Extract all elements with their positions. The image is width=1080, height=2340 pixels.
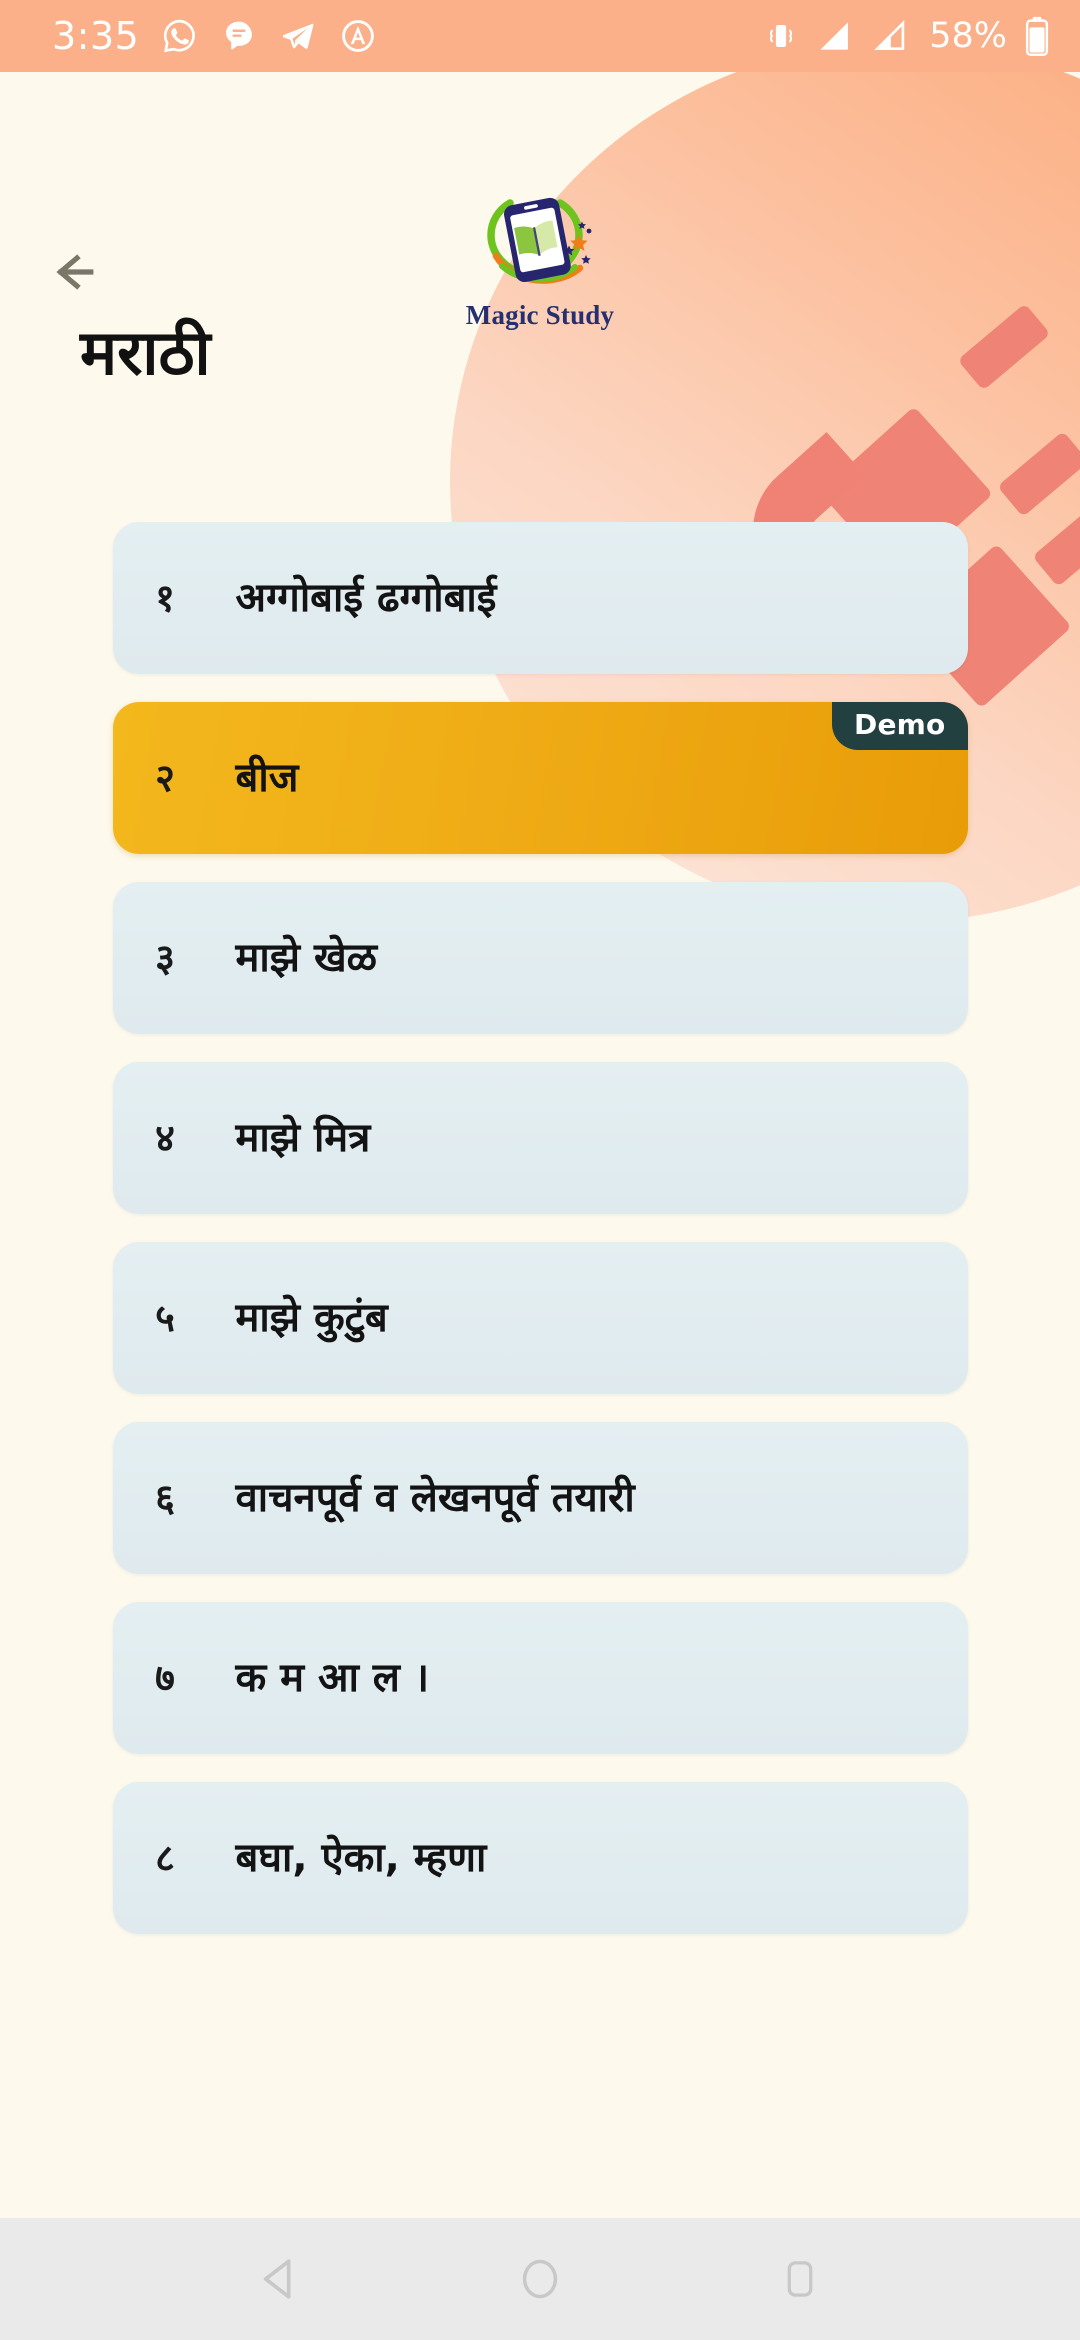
app-header: Magic Study — [0, 72, 1080, 330]
lesson-title: माझे खेळ — [235, 935, 378, 981]
status-bar: 3:35 58% — [0, 0, 1080, 72]
logo-wordmark: Magic Study — [465, 300, 615, 330]
lesson-title: माझे कुटुंब — [235, 1295, 388, 1341]
magic-study-logo-mark — [487, 197, 592, 284]
battery-icon — [1025, 16, 1049, 56]
whatsapp-icon — [164, 19, 196, 53]
lesson-number: ३ — [155, 936, 175, 980]
lesson-number: १ — [155, 576, 175, 620]
decorative-dash-2 — [957, 303, 1051, 391]
arc-app-icon — [342, 20, 375, 52]
triangle-back-icon — [263, 2259, 291, 2299]
back-arrow-icon — [56, 254, 94, 290]
back-button[interactable] — [52, 242, 122, 302]
lesson-title: वाचनपूर्व व लेखनपूर्व तयारी — [235, 1475, 635, 1521]
app-screen: 3:35 58% Magic Study मराठी १ अग्गोबाई ढग… — [0, 0, 1080, 2340]
lesson-number: ४ — [155, 1116, 175, 1160]
square-recents-icon — [787, 2261, 813, 2297]
home-nav-button[interactable] — [485, 2224, 595, 2334]
lesson-number: ७ — [155, 1656, 175, 1700]
lesson-card[interactable]: १ अग्गोबाई ढग्गोबाई — [112, 522, 968, 674]
lesson-number: ८ — [155, 1836, 175, 1880]
decorative-dash-3 — [997, 431, 1080, 517]
android-nav-bar[interactable] — [0, 2218, 1080, 2340]
messages-icon — [226, 21, 253, 50]
lesson-title: बीज — [235, 755, 299, 801]
status-bar-right: 58% — [764, 16, 1050, 56]
lesson-title: बघा, ऐका, म्हणा — [235, 1835, 487, 1881]
lesson-card[interactable]: ६ वाचनपूर्व व लेखनपूर्व तयारी — [112, 1422, 968, 1574]
status-bar-left: 3:35 — [52, 17, 377, 55]
lesson-number: ६ — [155, 1476, 175, 1520]
lesson-title: माझे मित्र — [235, 1115, 371, 1161]
vibrate-mode-icon — [770, 24, 793, 48]
telegram-icon — [283, 23, 314, 49]
back-nav-button[interactable] — [225, 2224, 335, 2334]
recents-nav-button[interactable] — [745, 2224, 855, 2334]
lesson-card[interactable]: ४ माझे मित्र — [112, 1062, 968, 1214]
lesson-card[interactable]: ७ क म आ ल । — [112, 1602, 968, 1754]
lesson-number: २ — [155, 756, 175, 800]
lesson-number: ५ — [155, 1296, 175, 1340]
brand-logo: Magic Study — [440, 184, 640, 344]
lesson-card-selected[interactable]: २ बीज Demo — [112, 702, 968, 854]
lesson-card[interactable]: ५ माझे कुटुंब — [112, 1242, 968, 1394]
lesson-card[interactable]: ८ बघा, ऐका, म्हणा — [112, 1782, 968, 1934]
lesson-title: क म आ ल । — [235, 1655, 430, 1701]
signal-sim1-icon — [820, 22, 849, 50]
circle-home-icon — [522, 2259, 558, 2299]
lesson-card[interactable]: ३ माझे खेळ — [112, 882, 968, 1034]
status-clock: 3:35 — [52, 14, 140, 58]
lesson-list[interactable]: १ अग्गोबाई ढग्गोबाई २ बीज Demo ३ माझे खे… — [0, 522, 1080, 2262]
battery-percentage: 58% — [929, 15, 1007, 56]
demo-badge: Demo — [832, 702, 968, 750]
lesson-title: अग्गोबाई ढग्गोबाई — [235, 575, 497, 621]
signal-sim2-icon — [874, 20, 905, 50]
page-title: मराठी — [80, 316, 211, 389]
